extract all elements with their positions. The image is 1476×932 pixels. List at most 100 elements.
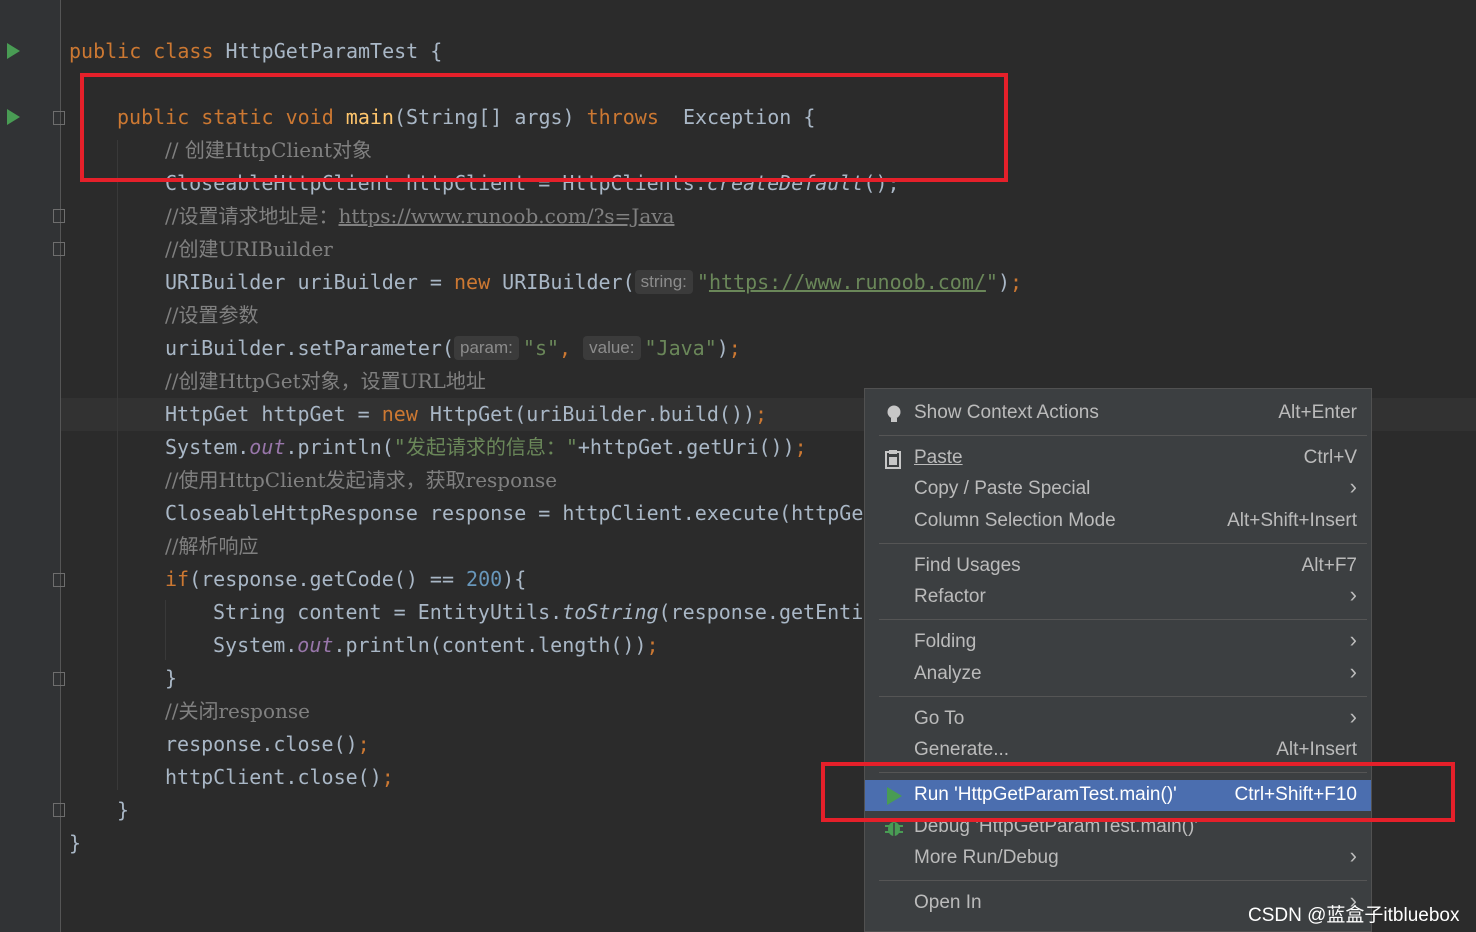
menu-item-show-context-actions[interactable]: Show Context Actions Alt+Enter bbox=[865, 398, 1371, 429]
code-line[interactable]: } bbox=[69, 827, 81, 860]
code-token: ; bbox=[1010, 270, 1023, 294]
menu-item-label: Open In bbox=[914, 892, 982, 913]
menu-item-shortcut: Ctrl+V bbox=[1303, 447, 1357, 468]
menu-item-shortcut: Alt+Shift+Insert bbox=[1227, 510, 1357, 531]
code-token: " bbox=[985, 270, 998, 294]
code-line[interactable]: } bbox=[117, 794, 129, 827]
code-token: 200 bbox=[466, 567, 503, 591]
fold-icon[interactable] bbox=[53, 242, 65, 256]
submenu-arrow-icon: › bbox=[1349, 582, 1357, 607]
parameter-hint: string: bbox=[634, 270, 693, 294]
bulb-icon bbox=[887, 405, 901, 422]
code-token: HttpGet httpGet = bbox=[165, 402, 382, 426]
menu-item-label: Copy / Paste Special bbox=[914, 478, 1091, 499]
code-line[interactable]: //创建URIBuilder bbox=[165, 233, 333, 266]
menu-item-shortcut: Alt+F7 bbox=[1301, 555, 1357, 576]
code-line[interactable]: HttpGet httpGet = new HttpGet(uriBuilder… bbox=[165, 398, 767, 431]
code-token: if bbox=[165, 567, 190, 591]
parameter-hint: param: bbox=[453, 336, 519, 360]
code-token: response.close() bbox=[165, 732, 358, 756]
code-token: } bbox=[117, 798, 130, 822]
code-token: System. bbox=[213, 633, 298, 657]
menu-item-shortcut: Alt+Enter bbox=[1278, 402, 1357, 423]
code-token: out bbox=[249, 435, 286, 459]
code-token: , bbox=[559, 336, 584, 360]
menu-item-label: Refactor bbox=[914, 586, 986, 607]
code-token: //关闭response bbox=[165, 699, 310, 723]
code-line[interactable]: public class HttpGetParamTest { bbox=[69, 35, 442, 68]
menu-item-label: Generate... bbox=[914, 739, 1010, 760]
fold-icon[interactable] bbox=[53, 803, 65, 817]
code-line[interactable]: //创建HttpGet对象，设置URL地址 bbox=[165, 365, 486, 398]
code-token: } bbox=[165, 666, 178, 690]
code-line[interactable]: System.out.println("发起请求的信息："+httpGet.ge… bbox=[165, 431, 807, 464]
menu-item-paste[interactable]: Paste Ctrl+V bbox=[865, 443, 1371, 474]
code-line[interactable]: uriBuilder.setParameter(param: "s", value… bbox=[165, 332, 741, 365]
code-token: CloseableHttpResponse response = httpCli… bbox=[165, 501, 900, 525]
code-token: ; bbox=[646, 633, 659, 657]
run-gutter-icon[interactable] bbox=[7, 43, 20, 59]
code-token: HttpGetParamTest { bbox=[225, 39, 443, 63]
menu-item-label: Find Usages bbox=[914, 555, 1021, 576]
menu-item-copy-paste-special[interactable]: Copy / Paste Special › bbox=[865, 474, 1371, 505]
code-token: //使用HttpClient发起请求，获取response bbox=[165, 468, 558, 492]
code-token: HttpGet(uriBuilder.build()) bbox=[429, 402, 756, 426]
code-line[interactable]: System.out.println(content.length()); bbox=[213, 629, 659, 662]
submenu-arrow-icon: › bbox=[1349, 627, 1357, 652]
run-gutter-icon[interactable] bbox=[7, 109, 20, 125]
fold-icon[interactable] bbox=[53, 573, 65, 587]
code-line[interactable]: } bbox=[165, 662, 177, 695]
code-token: } bbox=[69, 831, 82, 855]
indent-guide bbox=[165, 600, 166, 660]
parameter-hint: value: bbox=[583, 336, 641, 360]
fold-icon[interactable] bbox=[53, 672, 65, 686]
code-token: ; bbox=[755, 402, 768, 426]
paste-icon bbox=[885, 450, 901, 469]
menu-item-find-usages[interactable]: Find Usages Alt+F7 bbox=[865, 551, 1371, 582]
comment-link[interactable]: https://www.runoob.com/?s=Java bbox=[338, 204, 674, 228]
code-token: "s" bbox=[522, 336, 560, 360]
code-line[interactable]: //设置参数 bbox=[165, 299, 258, 332]
submenu-arrow-icon: › bbox=[1349, 474, 1357, 499]
code-token: //设置参数 bbox=[165, 303, 259, 327]
code-token: ; bbox=[357, 732, 370, 756]
code-token: ; bbox=[794, 435, 807, 459]
code-token: "发起请求的信息：" bbox=[393, 435, 578, 459]
menu-item-analyze[interactable]: Analyze › bbox=[865, 659, 1371, 690]
fold-icon[interactable] bbox=[53, 209, 65, 223]
code-line[interactable]: CloseableHttpResponse response = httpCli… bbox=[165, 497, 900, 530]
code-token: ) bbox=[997, 270, 1010, 294]
code-line[interactable]: //解析响应 bbox=[165, 530, 258, 563]
menu-separator bbox=[879, 880, 1367, 881]
code-line[interactable]: //使用HttpClient发起请求，获取response bbox=[165, 464, 557, 497]
code-token: ){ bbox=[502, 567, 527, 591]
code-line[interactable]: //关闭response bbox=[165, 695, 310, 728]
submenu-arrow-icon: › bbox=[1349, 843, 1357, 868]
code-token: uriBuilder.setParameter( bbox=[165, 336, 454, 360]
code-token: new bbox=[453, 270, 503, 294]
string-link[interactable]: https://www.runoob.com/ bbox=[709, 270, 986, 294]
code-line[interactable]: response.close(); bbox=[165, 728, 370, 761]
code-token: ) bbox=[716, 336, 729, 360]
code-line[interactable]: //设置请求地址是：https://www.runoob.com/?s=Java bbox=[165, 200, 674, 233]
code-token: ; bbox=[728, 336, 741, 360]
main-method-highlight-box bbox=[80, 73, 1008, 182]
code-token: " bbox=[696, 270, 709, 294]
code-token: httpClient.close() bbox=[165, 765, 382, 789]
menu-item-column-selection-mode[interactable]: Column Selection Mode Alt+Shift+Insert bbox=[865, 506, 1371, 537]
code-token: String content = EntityUtils. bbox=[213, 600, 563, 624]
code-line[interactable]: URIBuilder uriBuilder = new URIBuilder(s… bbox=[165, 266, 1022, 299]
code-line[interactable]: String content = EntityUtils.toString(re… bbox=[213, 596, 935, 629]
menu-item-refactor[interactable]: Refactor › bbox=[865, 582, 1371, 613]
code-line[interactable]: httpClient.close(); bbox=[165, 761, 394, 794]
editor-gutter bbox=[0, 0, 60, 932]
fold-icon[interactable] bbox=[53, 111, 65, 125]
menu-item-label: Column Selection Mode bbox=[914, 510, 1116, 531]
menu-item-more-run-debug[interactable]: More Run/Debug › bbox=[865, 843, 1371, 874]
code-line[interactable]: if(response.getCode() == 200){ bbox=[165, 563, 526, 596]
menu-item-label: Paste bbox=[914, 447, 963, 468]
menu-item-folding[interactable]: Folding › bbox=[865, 627, 1371, 658]
menu-item-go-to[interactable]: Go To › bbox=[865, 704, 1371, 735]
menu-item-shortcut: Alt+Insert bbox=[1276, 739, 1357, 760]
code-token: URIBuilder uriBuilder = bbox=[165, 270, 454, 294]
